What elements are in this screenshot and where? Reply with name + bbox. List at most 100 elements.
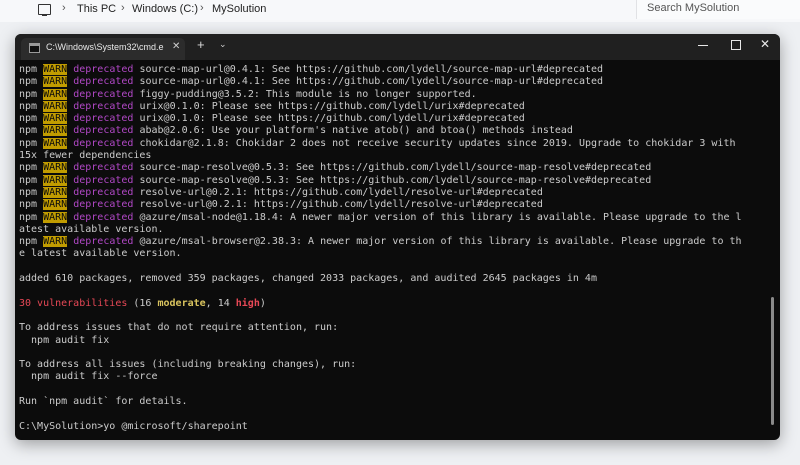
deprecated-label: deprecated: [73, 125, 134, 137]
npm-label: npm: [19, 100, 38, 112]
command-prompt: C:\MySolution>yo @microsoft/sharepoint: [19, 420, 248, 432]
console-line: To address all issues (including breakin…: [19, 359, 766, 371]
npm-label: npm: [19, 186, 38, 198]
console-line: C:\MySolution>yo @microsoft/sharepoint: [19, 421, 766, 433]
warn-badge: WARN: [43, 137, 68, 149]
warn-badge: WARN: [43, 76, 68, 88]
close-window-button[interactable]: ✕: [760, 37, 770, 51]
terminal-window: C:\Windows\System32\cmd.e ✕ + ⌄ ✕ npm WA…: [15, 34, 780, 440]
console-line: 30 vulnerabilities (16 moderate, 14 high…: [19, 298, 766, 310]
deprecation-message: urix@0.1.0: Please see https://github.co…: [139, 113, 525, 125]
console-line: To address issues that do not require at…: [19, 322, 766, 334]
deprecated-label: deprecated: [73, 186, 134, 198]
warn-badge: WARN: [43, 174, 68, 186]
npm-label: npm: [19, 199, 38, 211]
console-line: e latest available version.: [19, 248, 766, 260]
deprecated-label: deprecated: [73, 199, 134, 211]
chevron-right-icon: ›: [62, 2, 66, 14]
npm-label: npm: [19, 174, 38, 186]
warn-badge: WARN: [43, 113, 68, 125]
terminal-tab[interactable]: C:\Windows\System32\cmd.e ✕: [21, 38, 185, 60]
breadcrumb-windows-c[interactable]: Windows (C:): [132, 3, 198, 15]
breadcrumb-mysolution[interactable]: MySolution: [212, 3, 266, 15]
console-line: npm WARN deprecated chokidar@2.1.8: Chok…: [19, 137, 766, 150]
console-line: npm WARN deprecated figgy-pudding@3.5.2:…: [19, 88, 766, 101]
chevron-down-icon[interactable]: ⌄: [219, 39, 227, 50]
console-line: npm WARN deprecated resolve-url@0.2.1: h…: [19, 186, 766, 199]
npm-label: npm: [19, 236, 38, 248]
warn-badge: WARN: [43, 125, 68, 137]
deprecation-message: urix@0.1.0: Please see https://github.co…: [139, 100, 525, 112]
console-line: npm audit fix --force: [19, 371, 766, 383]
vuln-text: , 14: [205, 297, 236, 309]
search-input[interactable]: Search MySolution: [636, 0, 800, 19]
console-line: npm WARN deprecated @azure/msal-browser@…: [19, 236, 766, 248]
vuln-text: (16: [127, 297, 158, 309]
deprecation-message: source-map-url@0.4.1: See https://github…: [139, 64, 604, 75]
console-line: 15x fewer dependencies: [19, 150, 766, 162]
tab-title: C:\Windows\System32\cmd.e: [46, 42, 164, 52]
audit-command: npm audit fix --force: [19, 371, 158, 383]
deprecated-label: deprecated: [73, 236, 134, 248]
deprecated-label: deprecated: [73, 100, 134, 112]
console-line: npm WARN deprecated urix@0.1.0: Please s…: [19, 100, 766, 113]
deprecation-message: source-map-resolve@0.5.3: See https://gi…: [139, 162, 652, 174]
console-line: npm WARN deprecated source-map-url@0.4.1…: [19, 76, 766, 88]
console-line: added 610 packages, removed 359 packages…: [19, 273, 766, 285]
console-line: npm audit fix: [19, 335, 766, 347]
warn-badge: WARN: [43, 186, 68, 198]
deprecation-message: source-map-url@0.4.1: See https://github…: [139, 76, 604, 88]
warn-badge: WARN: [43, 64, 68, 75]
console-line: npm WARN deprecated @azure/msal-node@1.1…: [19, 211, 766, 224]
vuln-text: ): [259, 297, 266, 309]
deprecation-message: source-map-resolve@0.5.3: See https://gi…: [139, 174, 652, 186]
console-line: npm WARN deprecated urix@0.1.0: Please s…: [19, 113, 766, 125]
vulnerability-count: 30 vulnerabilities: [19, 297, 128, 309]
console-line: npm WARN deprecated source-map-resolve@0…: [19, 174, 766, 187]
warn-badge: WARN: [43, 88, 68, 100]
deprecation-message: figgy-pudding@3.5.2: This module is no l…: [139, 88, 477, 100]
warn-badge: WARN: [43, 199, 68, 211]
this-pc-icon[interactable]: [38, 4, 51, 17]
scrollbar[interactable]: [771, 297, 774, 425]
chevron-right-icon: ›: [121, 2, 125, 14]
console-output[interactable]: npm WARN deprecated source-map-url@0.4.1…: [19, 64, 766, 438]
deprecation-continuation: atest available version.: [19, 223, 164, 235]
npm-label: npm: [19, 64, 38, 75]
deprecated-label: deprecated: [73, 137, 134, 149]
search-placeholder: Search MySolution: [647, 2, 740, 14]
console-line: Run `npm audit` for details.: [19, 396, 766, 408]
npm-label: npm: [19, 88, 38, 100]
deprecated-label: deprecated: [73, 211, 134, 223]
deprecated-label: deprecated: [73, 64, 134, 75]
deprecated-label: deprecated: [73, 88, 134, 100]
console-line: atest available version.: [19, 224, 766, 236]
npm-label: npm: [19, 125, 38, 137]
deprecation-message: @azure/msal-node@1.18.4: A newer major v…: [139, 211, 742, 223]
deprecation-message: chokidar@2.1.8: Chokidar 2 does not rece…: [139, 137, 736, 149]
deprecation-continuation: e latest available version.: [19, 248, 182, 260]
audit-command: npm audit fix: [19, 334, 110, 346]
maximize-button[interactable]: [731, 40, 741, 50]
audit-hint: To address all issues (including breakin…: [19, 359, 357, 371]
console-line: npm WARN deprecated source-map-resolve@0…: [19, 162, 766, 174]
close-tab-icon[interactable]: ✕: [172, 41, 180, 52]
deprecation-message: @azure/msal-browser@2.38.3: A newer majo…: [139, 236, 742, 248]
console-line: npm WARN deprecated resolve-url@0.2.1: h…: [19, 199, 766, 211]
deprecated-label: deprecated: [73, 113, 134, 125]
warn-badge: WARN: [43, 162, 68, 174]
warn-badge: WARN: [43, 211, 68, 223]
chevron-right-icon: ›: [200, 2, 204, 14]
deprecation-message: abab@2.0.6: Use your platform's native a…: [139, 125, 573, 137]
moderate-label: moderate: [157, 297, 206, 309]
warn-badge: WARN: [43, 236, 68, 248]
install-summary: added 610 packages, removed 359 packages…: [19, 273, 597, 285]
breadcrumb-this-pc[interactable]: This PC: [77, 3, 116, 15]
cmd-icon: [29, 43, 40, 53]
terminal-title-bar[interactable]: C:\Windows\System32\cmd.e ✕ + ⌄ ✕: [15, 34, 780, 60]
new-tab-button[interactable]: +: [197, 38, 205, 52]
npm-label: npm: [19, 76, 38, 88]
